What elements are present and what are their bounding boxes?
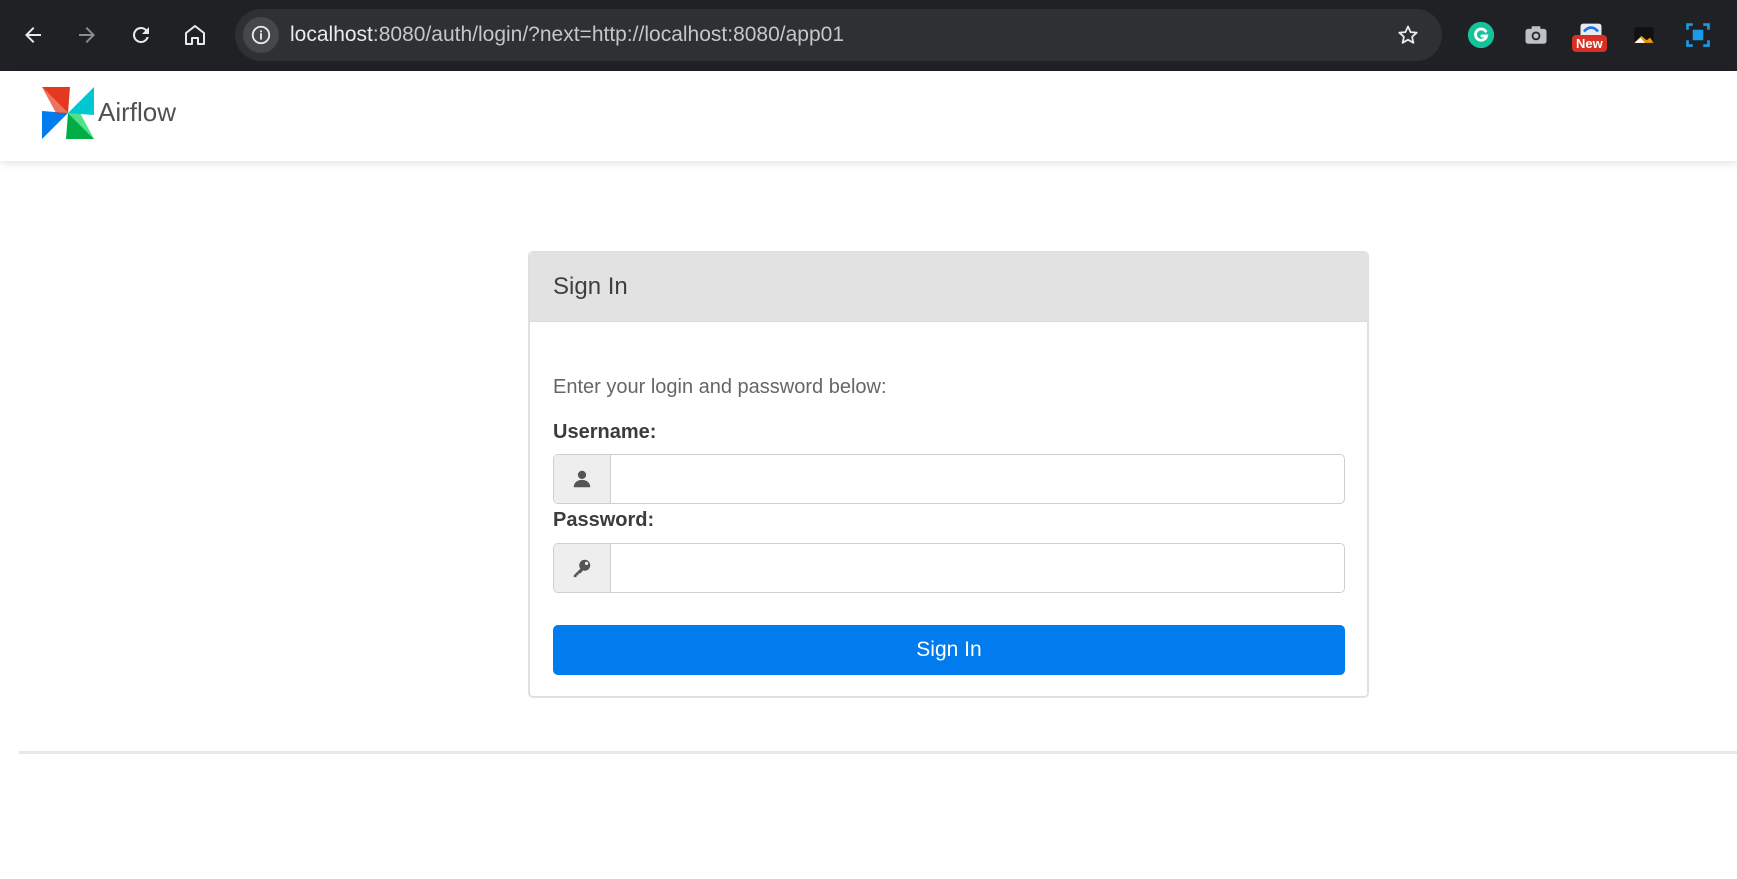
user-icon (573, 470, 591, 488)
url-text[interactable]: localhost:8080/auth/login/?next=http://l… (290, 9, 844, 61)
username-label: Username: (553, 421, 657, 443)
panel-title: Sign In (553, 273, 628, 300)
sign-in-button[interactable]: Sign In (553, 625, 1345, 675)
login-panel: Sign In Enter your login and password be… (528, 251, 1369, 698)
password-input-group (553, 543, 1345, 593)
arrow-right-icon (79, 27, 95, 43)
reload-icon (132, 26, 149, 43)
brand-name[interactable]: Airflow (98, 97, 176, 128)
url-path: :8080/auth/login/?next=http://localhost:… (372, 23, 845, 46)
new-badge: New (1572, 35, 1607, 52)
site-info-icon[interactable] (243, 17, 279, 53)
photo-extension-icon[interactable] (1626, 17, 1662, 53)
password-addon (554, 544, 611, 592)
login-instructions: Enter your login and password below: (553, 376, 887, 398)
bookmark-star-icon[interactable] (1396, 23, 1420, 47)
app-navbar: Airflow (0, 71, 1737, 161)
home-icon (185, 25, 205, 45)
footer-divider (19, 751, 1737, 754)
forward-button[interactable] (61, 9, 113, 61)
password-field[interactable] (611, 544, 1344, 592)
browser-toolbar: localhost:8080/auth/login/?next=http://l… (0, 0, 1737, 71)
capture-extension-icon[interactable] (1680, 17, 1716, 53)
url-host: localhost (290, 23, 373, 46)
panel-heading: Sign In (530, 253, 1367, 322)
camera-extension-icon[interactable] (1518, 17, 1554, 53)
back-button[interactable] (7, 9, 59, 61)
reload-button[interactable] (115, 9, 167, 61)
password-label: Password: (553, 509, 655, 531)
home-button[interactable] (169, 9, 221, 61)
username-input-group (553, 454, 1345, 504)
address-bar[interactable]: localhost:8080/auth/login/?next=http://l… (235, 9, 1442, 61)
arrow-left-icon (25, 27, 41, 43)
username-field[interactable] (611, 455, 1344, 503)
username-addon (554, 455, 611, 503)
airflow-logo-icon[interactable] (40, 85, 96, 141)
key-icon (573, 559, 591, 578)
grammarly-extension-icon[interactable] (1463, 17, 1499, 53)
